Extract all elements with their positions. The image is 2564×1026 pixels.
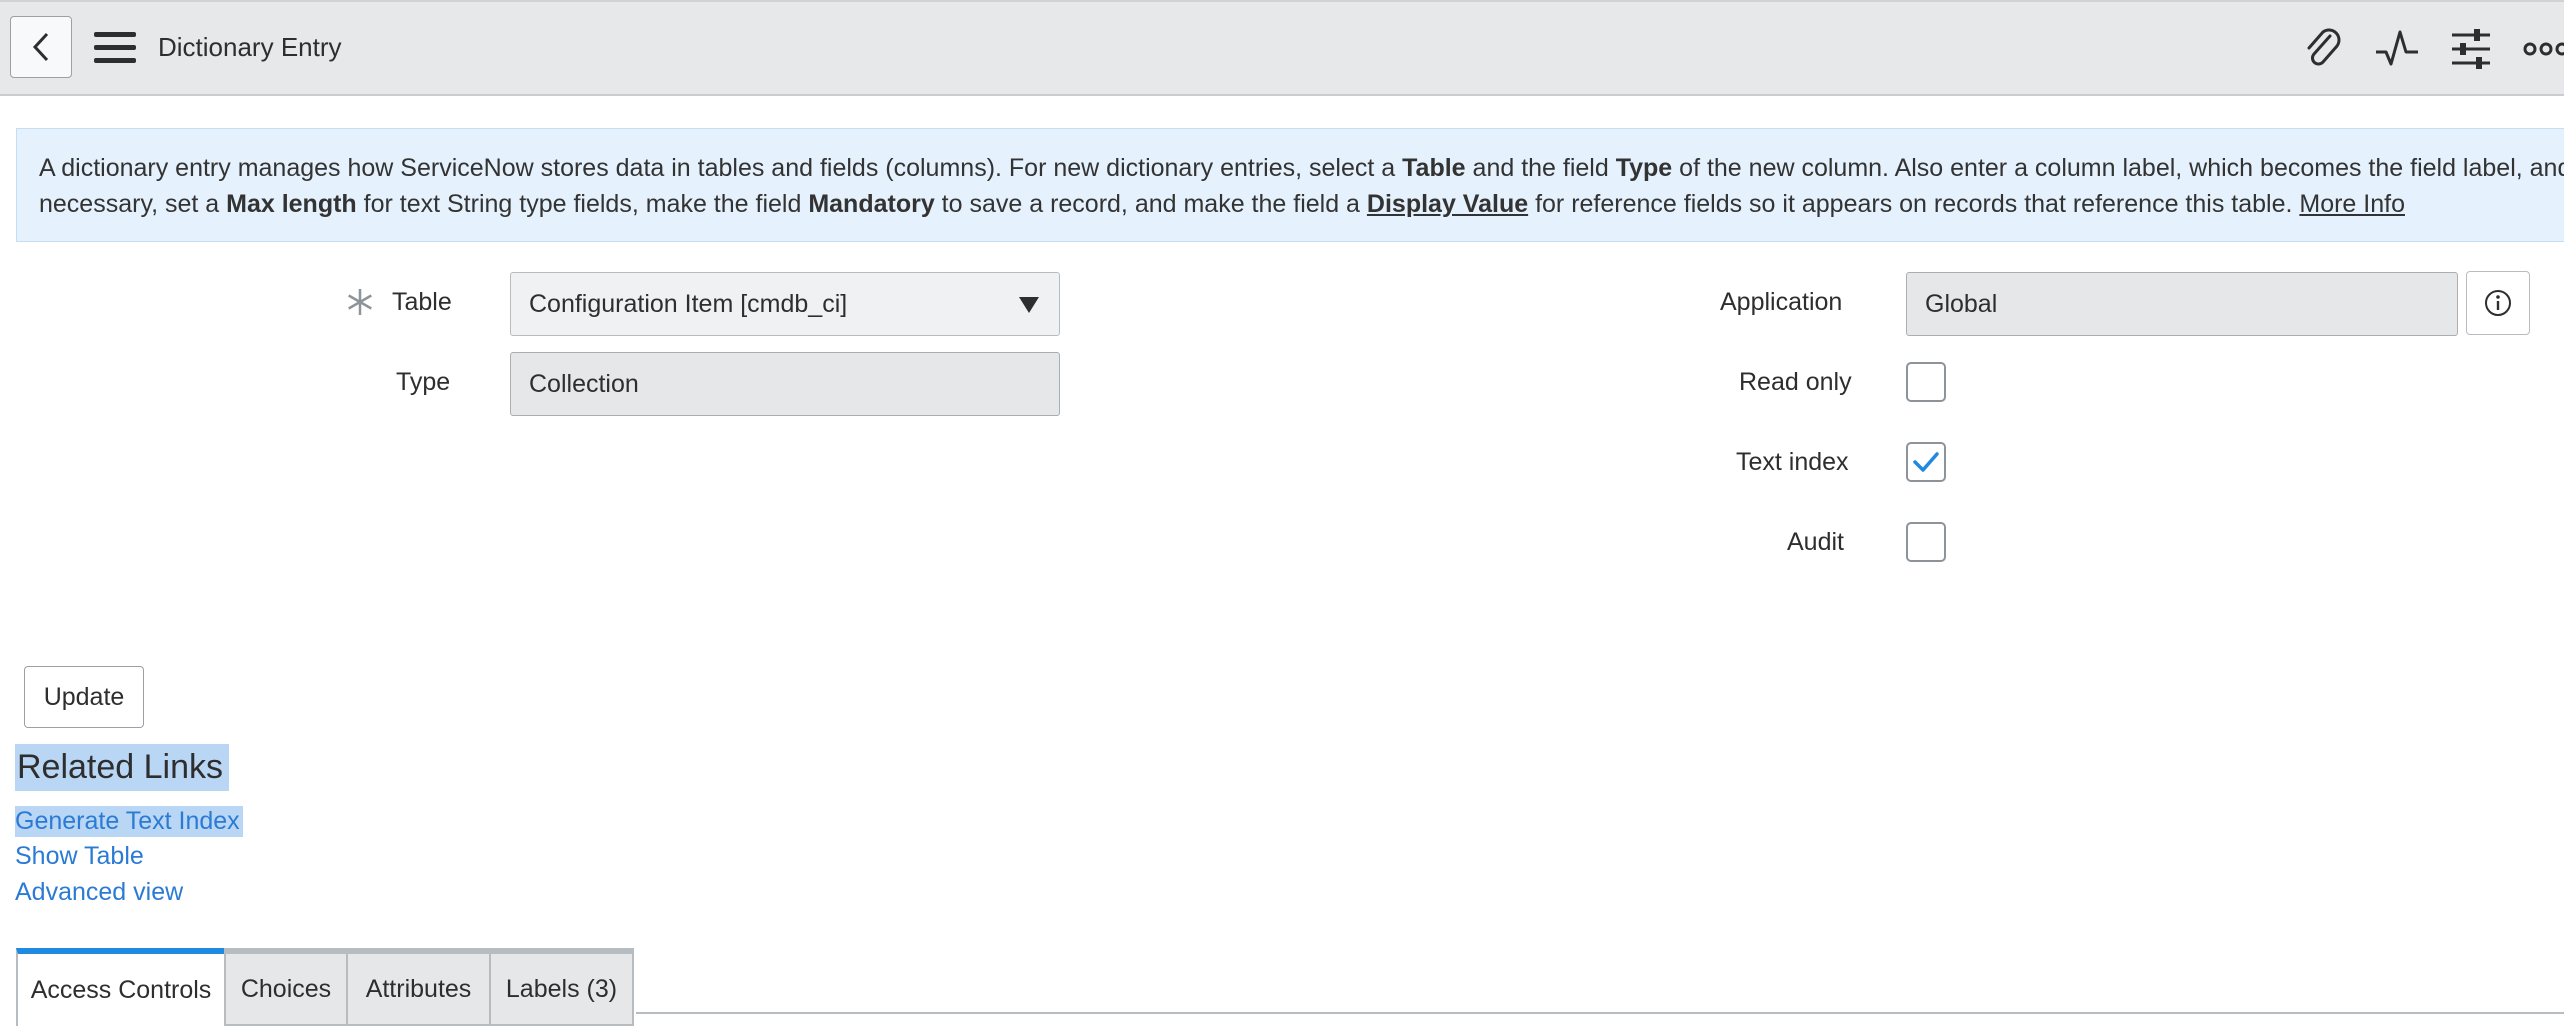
more-info-link[interactable]: More Info xyxy=(2299,190,2405,218)
type-field-value: Collection xyxy=(529,369,639,398)
related-links-title: Related Links xyxy=(15,744,230,791)
related-lists-tabs: Access Controls Choices Attributes Label… xyxy=(16,948,634,1026)
tab-divider xyxy=(636,1012,2564,1014)
hamburger-menu-icon[interactable] xyxy=(94,32,136,66)
text-index-checkbox[interactable] xyxy=(1906,442,1946,482)
tab-choices[interactable]: Choices xyxy=(224,948,348,1026)
tab-attributes[interactable]: Attributes xyxy=(346,948,491,1026)
application-field[interactable]: Global xyxy=(1906,272,2458,336)
form-header: Dictionary Entry xyxy=(0,0,2564,96)
back-icon xyxy=(32,32,49,62)
text-index-label: Text index xyxy=(1736,448,1849,476)
page-title: Dictionary Entry xyxy=(158,32,342,62)
update-button[interactable]: Update xyxy=(24,666,144,728)
table-select[interactable]: Configuration Item [cmdb_ci] xyxy=(510,272,1060,336)
checkmark-icon xyxy=(1913,452,1939,472)
tab-labels[interactable]: Labels (3) xyxy=(489,948,634,1026)
read-only-checkbox[interactable] xyxy=(1906,362,1946,402)
audit-checkbox[interactable] xyxy=(1906,522,1946,562)
required-asterisk-icon xyxy=(348,289,372,315)
advanced-view-link[interactable]: Advanced view xyxy=(15,878,183,907)
read-only-label: Read only xyxy=(1739,368,1852,396)
show-table-link[interactable]: Show Table xyxy=(15,842,144,871)
display-value-link[interactable]: Display Value xyxy=(1367,190,1528,218)
back-button[interactable] xyxy=(10,16,72,78)
banner-line-2: necessary, set a Max length for text Str… xyxy=(39,190,2405,218)
generate-text-index-link[interactable]: Generate Text Index xyxy=(15,806,243,837)
table-label: Table xyxy=(392,288,452,316)
more-icon[interactable] xyxy=(2522,26,2564,72)
type-field[interactable]: Collection xyxy=(510,352,1060,416)
application-label: Application xyxy=(1720,288,1843,316)
application-field-value: Global xyxy=(1925,289,1998,318)
activity-icon[interactable] xyxy=(2374,26,2420,72)
table-select-value: Configuration Item [cmdb_ci] xyxy=(529,289,848,318)
info-icon xyxy=(2485,290,2511,316)
info-banner: A dictionary entry manages how ServiceNo… xyxy=(16,128,2564,242)
settings-sliders-icon[interactable] xyxy=(2448,26,2494,72)
audit-label: Audit xyxy=(1787,528,1844,556)
banner-line-1: A dictionary entry manages how ServiceNo… xyxy=(39,154,2564,182)
type-label: Type xyxy=(396,368,451,396)
dropdown-caret-icon xyxy=(1019,297,1039,313)
application-info-button[interactable] xyxy=(2466,271,2530,335)
paperclip-icon[interactable] xyxy=(2300,26,2346,72)
tab-access-controls[interactable]: Access Controls xyxy=(16,948,226,1026)
